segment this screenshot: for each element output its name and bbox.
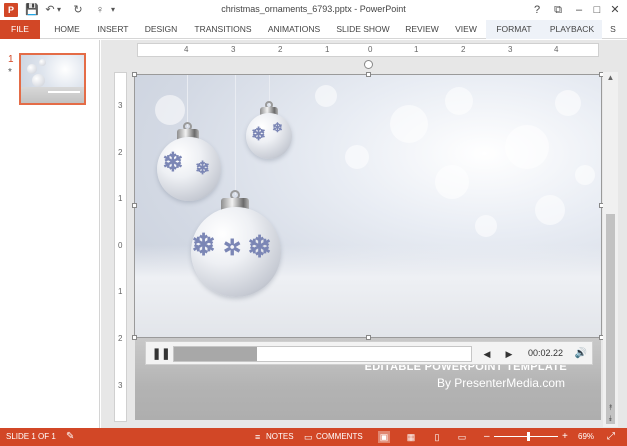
reading-view-icon[interactable]: ▯ bbox=[431, 431, 443, 443]
ruler-number: 1 bbox=[414, 45, 419, 54]
fit-slide-icon[interactable]: ⤢ bbox=[607, 428, 615, 446]
resize-handle[interactable] bbox=[366, 335, 371, 340]
thumbnail-animation-star-icon: * bbox=[8, 67, 12, 78]
media-controls: ❚❚ ◀ ▶ 00:02.22 🔊 bbox=[145, 341, 593, 365]
ruler-number: 3 bbox=[508, 45, 513, 54]
ribbon-display-options-icon[interactable]: ⧉ bbox=[549, 2, 567, 18]
ruler-number: 2 bbox=[278, 45, 283, 54]
tab-transitions[interactable]: TRANSITIONS bbox=[190, 20, 256, 39]
ruler-number: 3 bbox=[231, 45, 236, 54]
thumbnail-ornament bbox=[27, 64, 37, 74]
media-progress-bar[interactable] bbox=[173, 346, 472, 362]
ruler-number: 2 bbox=[461, 45, 466, 54]
spellcheck-icon[interactable]: ✎ bbox=[66, 428, 74, 446]
notes-button[interactable]: NOTES bbox=[266, 428, 294, 446]
previous-slide-button[interactable]: ⯭ bbox=[605, 403, 616, 413]
status-bar: SLIDE 1 OF 1 ✎ ≡ NOTES ▭ COMMENTS ▣ ▦ ▯ … bbox=[0, 428, 627, 446]
ruler-number: 2 bbox=[118, 148, 123, 157]
thumbnail-slide-number: 1 bbox=[8, 54, 14, 65]
rotate-handle[interactable] bbox=[364, 60, 373, 69]
resize-handle[interactable] bbox=[132, 203, 137, 208]
comments-button[interactable]: COMMENTS bbox=[316, 428, 363, 446]
tab-review[interactable]: REVIEW bbox=[400, 20, 444, 39]
slide-subtitle[interactable]: By PresenterMedia.com bbox=[357, 376, 565, 390]
horizontal-ruler: 4 3 2 1 0 1 2 3 4 bbox=[137, 43, 599, 57]
slide-thumbnail[interactable] bbox=[19, 53, 86, 105]
ruler-number: 4 bbox=[184, 45, 189, 54]
skip-forward-button[interactable]: ▶ bbox=[502, 347, 516, 361]
restore-button[interactable]: □ bbox=[588, 2, 606, 18]
resize-handle[interactable] bbox=[366, 72, 371, 77]
video-selection-outline bbox=[134, 74, 602, 338]
next-slide-button[interactable]: ⯯ bbox=[605, 414, 616, 424]
ribbon-tabs: FILE HOME INSERT DESIGN TRANSITIONS ANIM… bbox=[0, 20, 627, 39]
ruler-number: 0 bbox=[368, 45, 373, 54]
tab-format[interactable]: FORMAT bbox=[486, 20, 542, 39]
tab-design[interactable]: DESIGN bbox=[141, 20, 181, 39]
vertical-scrollbar[interactable]: ▲ ⯭ ⯯ bbox=[603, 72, 618, 427]
tab-home[interactable]: HOME bbox=[47, 20, 87, 39]
notes-icon[interactable]: ≡ bbox=[255, 428, 260, 446]
resize-handle[interactable] bbox=[132, 72, 137, 77]
minimize-button[interactable]: – bbox=[570, 2, 588, 18]
thumbnail-band bbox=[21, 87, 84, 103]
ruler-number: 4 bbox=[554, 45, 559, 54]
ruler-number: 1 bbox=[118, 194, 123, 203]
close-button[interactable]: ✕ bbox=[606, 2, 624, 18]
ruler-number: 0 bbox=[118, 241, 123, 250]
thumbnail-title-line bbox=[48, 91, 80, 93]
slide-show-view-icon[interactable]: ▭ bbox=[456, 431, 468, 443]
thumbnail-ornament bbox=[32, 74, 45, 87]
zoom-in-button[interactable]: + bbox=[562, 428, 568, 446]
comments-icon[interactable]: ▭ bbox=[304, 428, 313, 446]
tab-file[interactable]: FILE bbox=[0, 20, 40, 39]
volume-icon[interactable]: 🔊 bbox=[574, 347, 588, 361]
title-bar: P 💾 ↶ ▾ ↻ ♀ ▾ christmas_ornaments_6793.p… bbox=[0, 0, 627, 20]
thumbnail-ornament bbox=[39, 59, 46, 66]
zoom-level[interactable]: 69% bbox=[578, 428, 594, 446]
vertical-ruler: 3 2 1 0 1 2 3 bbox=[114, 72, 127, 422]
tab-slide-show[interactable]: SLIDE SHOW bbox=[333, 20, 393, 39]
ruler-number: 2 bbox=[118, 334, 123, 343]
tab-view[interactable]: VIEW bbox=[450, 20, 482, 39]
scroll-up-button[interactable]: ▲ bbox=[605, 73, 616, 83]
ruler-number: 1 bbox=[325, 45, 330, 54]
zoom-slider-thumb[interactable] bbox=[527, 432, 530, 441]
skip-back-button[interactable]: ◀ bbox=[480, 347, 494, 361]
help-button[interactable]: ? bbox=[528, 2, 546, 18]
normal-view-icon[interactable]: ▣ bbox=[378, 431, 390, 443]
ruler-number: 3 bbox=[118, 381, 123, 390]
tab-overflow[interactable]: S bbox=[606, 20, 620, 39]
tab-insert[interactable]: INSERT bbox=[92, 20, 134, 39]
media-time: 00:02.22 bbox=[528, 348, 564, 358]
slide-workspace: 4 3 2 1 0 1 2 3 4 3 2 1 0 1 2 3 ❄ ❄ ❄ ❄ … bbox=[101, 40, 627, 428]
zoom-out-button[interactable]: – bbox=[484, 428, 490, 446]
slide-sorter-view-icon[interactable]: ▦ bbox=[405, 431, 417, 443]
media-progress-fill bbox=[174, 347, 257, 361]
zoom-slider[interactable] bbox=[494, 436, 558, 437]
tab-animations[interactable]: ANIMATIONS bbox=[262, 20, 326, 39]
scrollbar-thumb[interactable] bbox=[606, 214, 615, 424]
slide-indicator: SLIDE 1 OF 1 bbox=[6, 432, 56, 441]
ruler-number: 3 bbox=[118, 101, 123, 110]
resize-handle[interactable] bbox=[132, 335, 137, 340]
pause-button[interactable]: ❚❚ bbox=[152, 347, 170, 361]
slide-thumbnail-pane: 1 * bbox=[0, 40, 100, 428]
tab-playback[interactable]: PLAYBACK bbox=[542, 20, 602, 39]
ruler-number: 1 bbox=[118, 287, 123, 296]
